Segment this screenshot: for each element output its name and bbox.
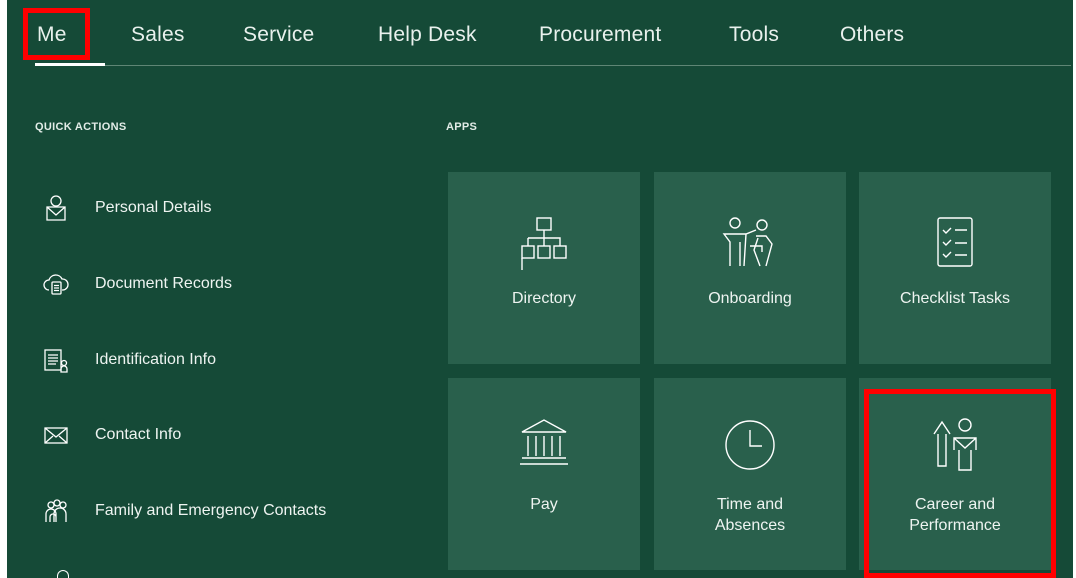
- quick-action-label: Family and Emergency Contacts: [95, 502, 327, 519]
- nav-divider: [35, 65, 1071, 66]
- quick-action-document-records[interactable]: Document Records: [41, 264, 421, 304]
- app-frame: Me Sales Service Help Desk Procurement T…: [7, 0, 1073, 578]
- quick-action-personal-details[interactable]: Personal Details: [41, 188, 421, 228]
- app-tile-label: Directory: [511, 290, 576, 307]
- quick-action-label: Personal Details: [95, 199, 212, 216]
- person-icon: [41, 193, 71, 223]
- apps-header: APPS: [446, 121, 478, 133]
- cloud-document-icon: [41, 269, 71, 299]
- active-tab-indicator: [35, 63, 105, 66]
- app-tile-label-line2: Performance: [909, 517, 1001, 534]
- career-icon: [859, 416, 1051, 474]
- tab-service[interactable]: Service: [243, 18, 314, 52]
- app-tile-career-and-performance[interactable]: Career and Performance: [859, 378, 1051, 570]
- quick-action-identification-info[interactable]: Identification Info: [41, 340, 421, 380]
- onboarding-icon: [654, 216, 846, 268]
- bank-icon: [448, 418, 640, 466]
- app-tile-label-line2: Absences: [714, 517, 786, 534]
- quick-action-label: Identification Info: [95, 351, 216, 368]
- app-tile-directory[interactable]: Directory: [448, 172, 640, 364]
- app-tile-label: Career and Performance: [859, 494, 1051, 536]
- app-tile-label: Onboarding: [708, 290, 792, 307]
- app-tile-label: Checklist Tasks: [900, 290, 1010, 307]
- app-tile-label: Time and Absences: [654, 494, 846, 536]
- checklist-icon: [859, 216, 1051, 268]
- quick-action-family-contacts[interactable]: Family and Emergency Contacts: [41, 491, 421, 531]
- next-quick-action-icon: [57, 570, 69, 578]
- quick-action-label: Document Records: [95, 275, 232, 292]
- quick-action-contact-info[interactable]: Contact Info: [41, 415, 421, 455]
- app-tile-time-and-absences[interactable]: Time and Absences: [654, 378, 846, 570]
- tab-me[interactable]: Me: [37, 18, 67, 52]
- clock-icon: [654, 418, 846, 472]
- app-tile-checklist-tasks[interactable]: Checklist Tasks: [859, 172, 1051, 364]
- family-icon: [41, 496, 71, 526]
- app-tile-label-line1: Time and: [716, 496, 784, 513]
- tab-sales[interactable]: Sales: [131, 18, 185, 52]
- app-tile-label-line1: Career and: [914, 496, 996, 513]
- quick-action-label: Contact Info: [95, 426, 182, 443]
- quick-actions-header: QUICK ACTIONS: [35, 121, 127, 133]
- org-chart-icon: [448, 216, 640, 270]
- id-document-icon: [41, 345, 71, 375]
- tab-tools[interactable]: Tools: [729, 18, 779, 52]
- app-tile-onboarding[interactable]: Onboarding: [654, 172, 846, 364]
- tab-procurement[interactable]: Procurement: [539, 18, 661, 52]
- tab-help-desk[interactable]: Help Desk: [378, 18, 477, 52]
- app-tile-pay[interactable]: Pay: [448, 378, 640, 570]
- envelope-icon: [41, 420, 71, 450]
- tab-others[interactable]: Others: [840, 18, 904, 52]
- app-tile-label: Pay: [530, 496, 558, 513]
- top-navigation: Me Sales Service Help Desk Procurement T…: [7, 0, 1073, 66]
